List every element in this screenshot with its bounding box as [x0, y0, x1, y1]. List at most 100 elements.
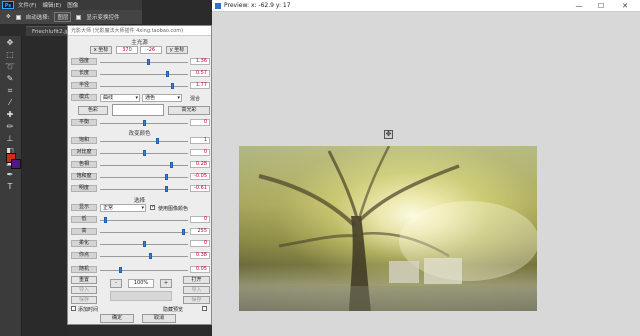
ok-button[interactable]: 确定 — [100, 314, 134, 323]
slider-thumb[interactable] — [142, 241, 146, 247]
cancel-button[interactable]: 取消 — [142, 314, 176, 323]
slider-thumb[interactable] — [142, 150, 146, 156]
point-slider[interactable] — [100, 253, 188, 259]
intensity-value[interactable]: 1.36 — [190, 58, 210, 65]
maximize-icon[interactable]: ☐ — [596, 1, 606, 11]
y-coord-input[interactable]: -26 — [140, 46, 162, 54]
radius-slider[interactable] — [100, 83, 188, 89]
preview-image — [239, 146, 537, 311]
low-value[interactable]: 0 — [190, 216, 210, 223]
zoom-out-button[interactable]: - — [110, 279, 122, 288]
slider-thumb[interactable] — [156, 138, 160, 144]
slider-thumb[interactable] — [165, 174, 169, 180]
color-button[interactable]: 色彩 — [78, 106, 108, 115]
saturation2-slider[interactable] — [100, 174, 188, 180]
eyedropper-icon[interactable]: ⁄ — [4, 98, 16, 108]
app-icon — [215, 3, 221, 9]
random-value[interactable]: 0.05 — [190, 266, 210, 273]
show-transform-checkbox[interactable] — [76, 14, 82, 20]
use-image-color-checkbox[interactable]: ✓ — [150, 205, 155, 210]
import-button-right[interactable]: 导入 — [183, 286, 210, 294]
hue-value[interactable]: 0.28 — [190, 161, 210, 168]
move-icon[interactable]: ✥ — [4, 38, 16, 48]
quick-select-icon[interactable]: ✎ — [4, 74, 16, 84]
zoom-in-button[interactable]: + — [160, 279, 172, 288]
x-coord-button[interactable]: x 坐标 — [90, 46, 112, 54]
healing-icon[interactable]: ✚ — [4, 110, 16, 120]
saturation2-value[interactable]: -0.05 — [190, 173, 210, 180]
text-icon[interactable]: T — [4, 182, 16, 192]
high-value[interactable]: 255 — [190, 228, 210, 235]
auto-select-checkbox[interactable] — [15, 14, 21, 20]
auto-select-dropdown[interactable]: 图层 — [54, 12, 72, 22]
high-slider[interactable] — [100, 229, 188, 235]
radius-value[interactable]: 1.77 — [190, 82, 210, 89]
contrast-value[interactable]: 0 — [190, 149, 210, 156]
tools-panel: ✥ ⬚ ➰ ✎ ⌗ ⁄ ✚ ✏ ⊥ ◧ ▣ ✒ T — [0, 36, 22, 336]
lightness-slider[interactable] — [100, 186, 188, 192]
balance-slider[interactable] — [100, 120, 188, 126]
soften-value[interactable]: 0 — [190, 240, 210, 247]
show-dropdown[interactable]: 正常 — [100, 204, 146, 212]
slider-thumb[interactable] — [182, 229, 186, 235]
length-value[interactable]: 0.57 — [190, 70, 210, 77]
open-button[interactable]: 打开 — [183, 276, 210, 284]
saturation-slider[interactable] — [100, 138, 188, 144]
hue-slider[interactable] — [100, 162, 188, 168]
blend-label: 混合 — [190, 96, 201, 102]
slider-thumb[interactable] — [169, 162, 173, 168]
slider-thumb[interactable] — [166, 71, 170, 77]
saturation-value[interactable]: 1 — [190, 137, 210, 144]
slider-thumb[interactable] — [142, 120, 146, 126]
slider-thumb[interactable] — [170, 83, 174, 89]
marquee-icon[interactable]: ⬚ — [4, 50, 16, 60]
save-button-left[interactable]: 保存 — [71, 296, 97, 304]
point-label: 你点 — [71, 252, 97, 259]
stamp-icon[interactable]: ⊥ — [4, 134, 16, 144]
color-mode-dropdown[interactable]: 通色 — [142, 94, 182, 102]
light-source-handle-icon[interactable]: ✥ — [384, 130, 393, 139]
photoshop-logo: Ps — [2, 1, 14, 9]
slider-thumb[interactable] — [118, 267, 122, 273]
zoom-input[interactable]: 100% — [128, 279, 154, 288]
menu-image[interactable]: 图像 — [67, 1, 78, 9]
move-tool-icon[interactable]: ✥ — [6, 14, 11, 20]
import-button[interactable]: 导入 — [71, 286, 97, 294]
low-slider[interactable] — [100, 217, 188, 223]
slider-thumb[interactable] — [164, 186, 168, 192]
close-icon[interactable]: ✕ — [620, 1, 630, 11]
background-color-swatch[interactable] — [11, 159, 21, 169]
slider-thumb[interactable] — [104, 217, 108, 223]
ps-canvas-area — [22, 36, 68, 336]
menu-file[interactable]: 文件(F) — [18, 1, 36, 9]
pen-icon[interactable]: ✒ — [4, 170, 16, 180]
balance-value[interactable]: 0 — [190, 119, 210, 126]
auto-select-label: 自动选择: — [25, 15, 50, 21]
add-time-checkbox[interactable] — [71, 306, 76, 311]
menu-edit[interactable]: 编辑(E) — [42, 1, 61, 9]
slider-thumb[interactable] — [146, 59, 150, 65]
y-coord-button[interactable]: y 坐标 — [166, 46, 188, 54]
highlight-color-button[interactable]: 高光彩 — [168, 106, 210, 115]
slider-thumb[interactable] — [149, 253, 153, 259]
x-coord-input[interactable]: 370 — [116, 46, 138, 54]
lightness-value[interactable]: -0.61 — [190, 185, 210, 192]
color-swatch[interactable] — [112, 104, 164, 116]
minimize-icon[interactable]: — — [574, 1, 584, 11]
intensity-label: 强度 — [71, 58, 97, 65]
point-value[interactable]: 0.38 — [190, 252, 210, 259]
ps-menubar: 文件(F) 编辑(E) 图像 — [0, 0, 142, 10]
intensity-slider[interactable] — [100, 59, 188, 65]
lasso-icon[interactable]: ➰ — [4, 62, 16, 72]
dialog-title: 光影大师 (光影魔法大师插件 4xing.taobao.com) — [68, 26, 211, 36]
soften-slider[interactable] — [100, 241, 188, 247]
hide-preview-checkbox[interactable] — [202, 306, 207, 311]
reset-button[interactable]: 重置 — [71, 276, 97, 284]
mode-dropdown[interactable]: 曲线 — [100, 94, 140, 102]
length-slider[interactable] — [100, 71, 188, 77]
save-button-right[interactable]: 保存 — [183, 296, 210, 304]
random-slider[interactable] — [100, 267, 188, 273]
brush-icon[interactable]: ✏ — [4, 122, 16, 132]
crop-icon[interactable]: ⌗ — [4, 86, 16, 96]
contrast-slider[interactable] — [100, 150, 188, 156]
